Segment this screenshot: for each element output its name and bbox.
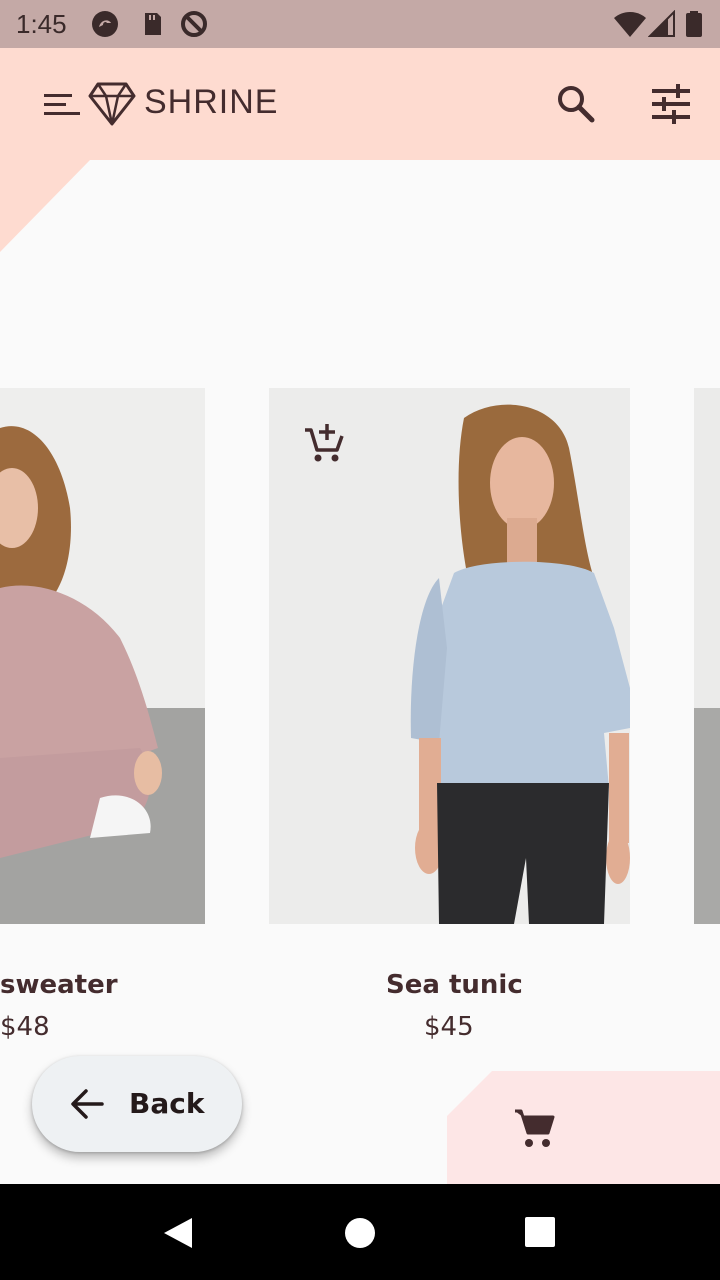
- battery-icon: [686, 11, 702, 37]
- product-name: sweater: [0, 970, 118, 1000]
- product-price: $48: [0, 1012, 50, 1042]
- product-price: $45: [424, 1012, 474, 1042]
- vpn-icon: [92, 11, 118, 37]
- wifi-icon: [614, 12, 646, 37]
- search-icon[interactable]: [554, 82, 598, 126]
- product-image-next[interactable]: [694, 388, 720, 924]
- back-button[interactable]: Back: [32, 1056, 242, 1152]
- back-button-label: Back: [129, 1087, 205, 1120]
- diamond-logo-icon: [88, 82, 136, 126]
- cart-panel[interactable]: [447, 1071, 720, 1184]
- status-bar: 1:45: [0, 0, 720, 48]
- arrow-back-icon: [71, 1089, 104, 1119]
- product-image-sweater[interactable]: [0, 388, 205, 924]
- nav-back-icon[interactable]: [162, 1216, 194, 1250]
- app-title: SHRINE: [144, 83, 279, 121]
- add-to-cart-icon[interactable]: [303, 422, 345, 464]
- menu-icon[interactable]: [44, 92, 82, 118]
- navigation-bar: [0, 1184, 720, 1280]
- sd-card-icon: [145, 13, 161, 35]
- backdrop-corner: [0, 160, 90, 252]
- product-photo: [0, 388, 205, 924]
- nav-recents-icon[interactable]: [524, 1216, 556, 1248]
- filter-icon[interactable]: [650, 84, 692, 124]
- data-saver-icon: [181, 11, 207, 37]
- top-app-bar: [0, 48, 720, 160]
- product-name: Sea tunic: [386, 970, 523, 1000]
- product-image-sea-tunic[interactable]: [269, 388, 630, 924]
- product-photo: [269, 388, 630, 924]
- nav-home-icon[interactable]: [344, 1217, 376, 1249]
- signal-icon: [648, 10, 675, 37]
- status-time: 1:45: [16, 9, 67, 39]
- shopping-cart-icon: [515, 1109, 555, 1147]
- product-photo: [694, 388, 720, 924]
